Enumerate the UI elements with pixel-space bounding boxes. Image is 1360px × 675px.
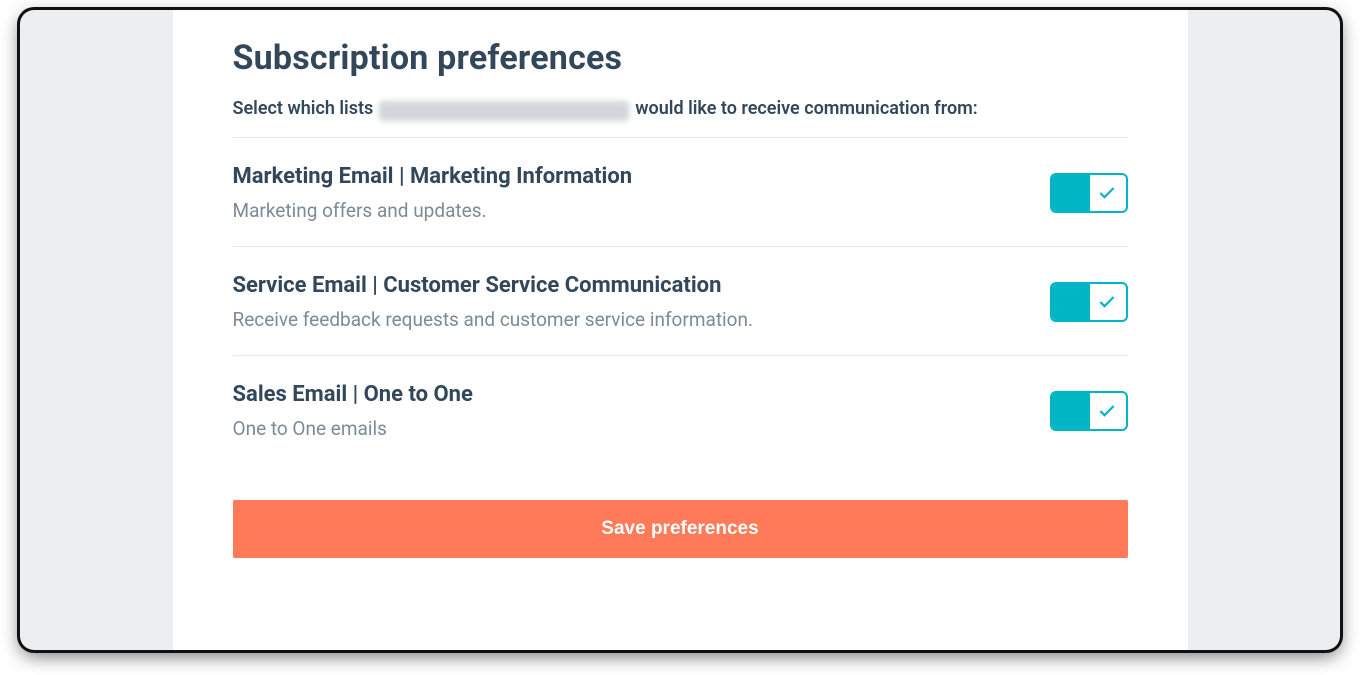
toggle-marketing[interactable] [1050, 173, 1128, 213]
toggle-fill [1052, 284, 1090, 320]
preference-description: One to One emails [233, 417, 1026, 440]
subtitle-prefix: Select which lists [233, 98, 374, 119]
preference-description: Receive feedback requests and customer s… [233, 308, 1026, 331]
preference-row-marketing: Marketing Email | Marketing Information … [233, 138, 1128, 246]
preference-row-service: Service Email | Customer Service Communi… [233, 247, 1128, 355]
toggle-service[interactable] [1050, 282, 1128, 322]
preferences-panel: Subscription preferences Select which li… [173, 10, 1188, 650]
preference-text: Sales Email | One to One One to One emai… [233, 382, 1050, 440]
subtitle-suffix: would like to receive communication from… [635, 98, 977, 119]
subtitle: Select which lists would like to receive… [233, 98, 1128, 119]
preference-text: Marketing Email | Marketing Information … [233, 164, 1050, 222]
toggle-fill [1052, 175, 1090, 211]
redacted-email [379, 101, 629, 121]
preference-title: Sales Email | One to One [233, 382, 1026, 407]
preference-description: Marketing offers and updates. [233, 199, 1026, 222]
preference-title: Service Email | Customer Service Communi… [233, 273, 1026, 298]
check-icon [1088, 284, 1126, 320]
preference-text: Service Email | Customer Service Communi… [233, 273, 1050, 331]
preference-row-sales: Sales Email | One to One One to One emai… [233, 356, 1128, 464]
preference-title: Marketing Email | Marketing Information [233, 164, 1026, 189]
app-window: Subscription preferences Select which li… [20, 10, 1340, 650]
check-icon [1088, 175, 1126, 211]
toggle-fill [1052, 393, 1090, 429]
page-title: Subscription preferences [233, 38, 1128, 78]
check-icon [1088, 393, 1126, 429]
toggle-sales[interactable] [1050, 391, 1128, 431]
save-preferences-button[interactable]: Save preferences [233, 500, 1128, 558]
